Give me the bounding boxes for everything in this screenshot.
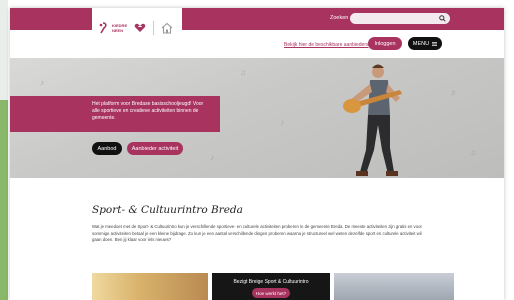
music-note-icon: ♫ bbox=[240, 68, 246, 77]
hero-banner-text: Het platform voor Bredase basisschooljeu… bbox=[92, 101, 204, 121]
provider-activity-button[interactable]: Aanbieder activiteit bbox=[127, 142, 183, 155]
home-icon[interactable] bbox=[161, 22, 173, 34]
menu-label: MENU bbox=[412, 40, 430, 47]
menu-icon bbox=[432, 41, 438, 46]
browser-page: Zoeken KIEDRE NEEN Bekijk hier de beschi… bbox=[10, 8, 504, 300]
offer-button[interactable]: Aanbod bbox=[92, 142, 122, 155]
menu-button[interactable]: MENU bbox=[408, 37, 442, 50]
activity-card-image[interactable] bbox=[334, 273, 454, 300]
music-note-icon: ♪ bbox=[280, 118, 284, 127]
music-note-icon: ♪ bbox=[210, 153, 214, 162]
top-bar: Zoeken bbox=[10, 8, 504, 30]
activity-card-image[interactable] bbox=[92, 273, 208, 300]
hero-banner: Het platform voor Bredase basisschooljeu… bbox=[10, 96, 220, 132]
search-label: Zoeken bbox=[330, 15, 349, 21]
music-note-icon: ♪ bbox=[40, 78, 44, 87]
logo-icon bbox=[98, 22, 108, 34]
logo-text: KIEDRE NEEN bbox=[112, 23, 128, 33]
music-note-icon: ♬ bbox=[450, 88, 458, 97]
how-it-works-card: Bezigt Breige Sport & Cultuurintro Hoe w… bbox=[212, 273, 330, 300]
background-green-panel bbox=[0, 100, 8, 300]
search-input[interactable] bbox=[350, 13, 450, 24]
page-title: Sport- & Cultuurintro Breda bbox=[92, 204, 243, 216]
hero-section: ♪ ♫ ♪ ♬ ♪ ♫ Het platform voor Bredase ba… bbox=[10, 58, 504, 178]
logo-divider bbox=[153, 21, 154, 35]
search-icon[interactable] bbox=[439, 15, 446, 22]
intro-text: Wat je meedoet met de Sport- & Cultuurin… bbox=[92, 224, 422, 242]
guitarist-image bbox=[343, 64, 402, 176]
background-panel bbox=[0, 0, 8, 100]
login-button[interactable]: Inloggen bbox=[368, 37, 402, 50]
how-it-works-button[interactable]: Hoe werkt het? bbox=[252, 288, 290, 298]
site-logo[interactable]: KIEDRE NEEN bbox=[92, 8, 182, 48]
providers-link[interactable]: Bekijk hier de beschikbare aanbieders bbox=[284, 42, 369, 48]
card-heading: Bezigt Breige Sport & Cultuurintro bbox=[233, 279, 309, 285]
heart-logo-icon bbox=[134, 23, 146, 32]
music-note-icon: ♫ bbox=[470, 148, 476, 157]
